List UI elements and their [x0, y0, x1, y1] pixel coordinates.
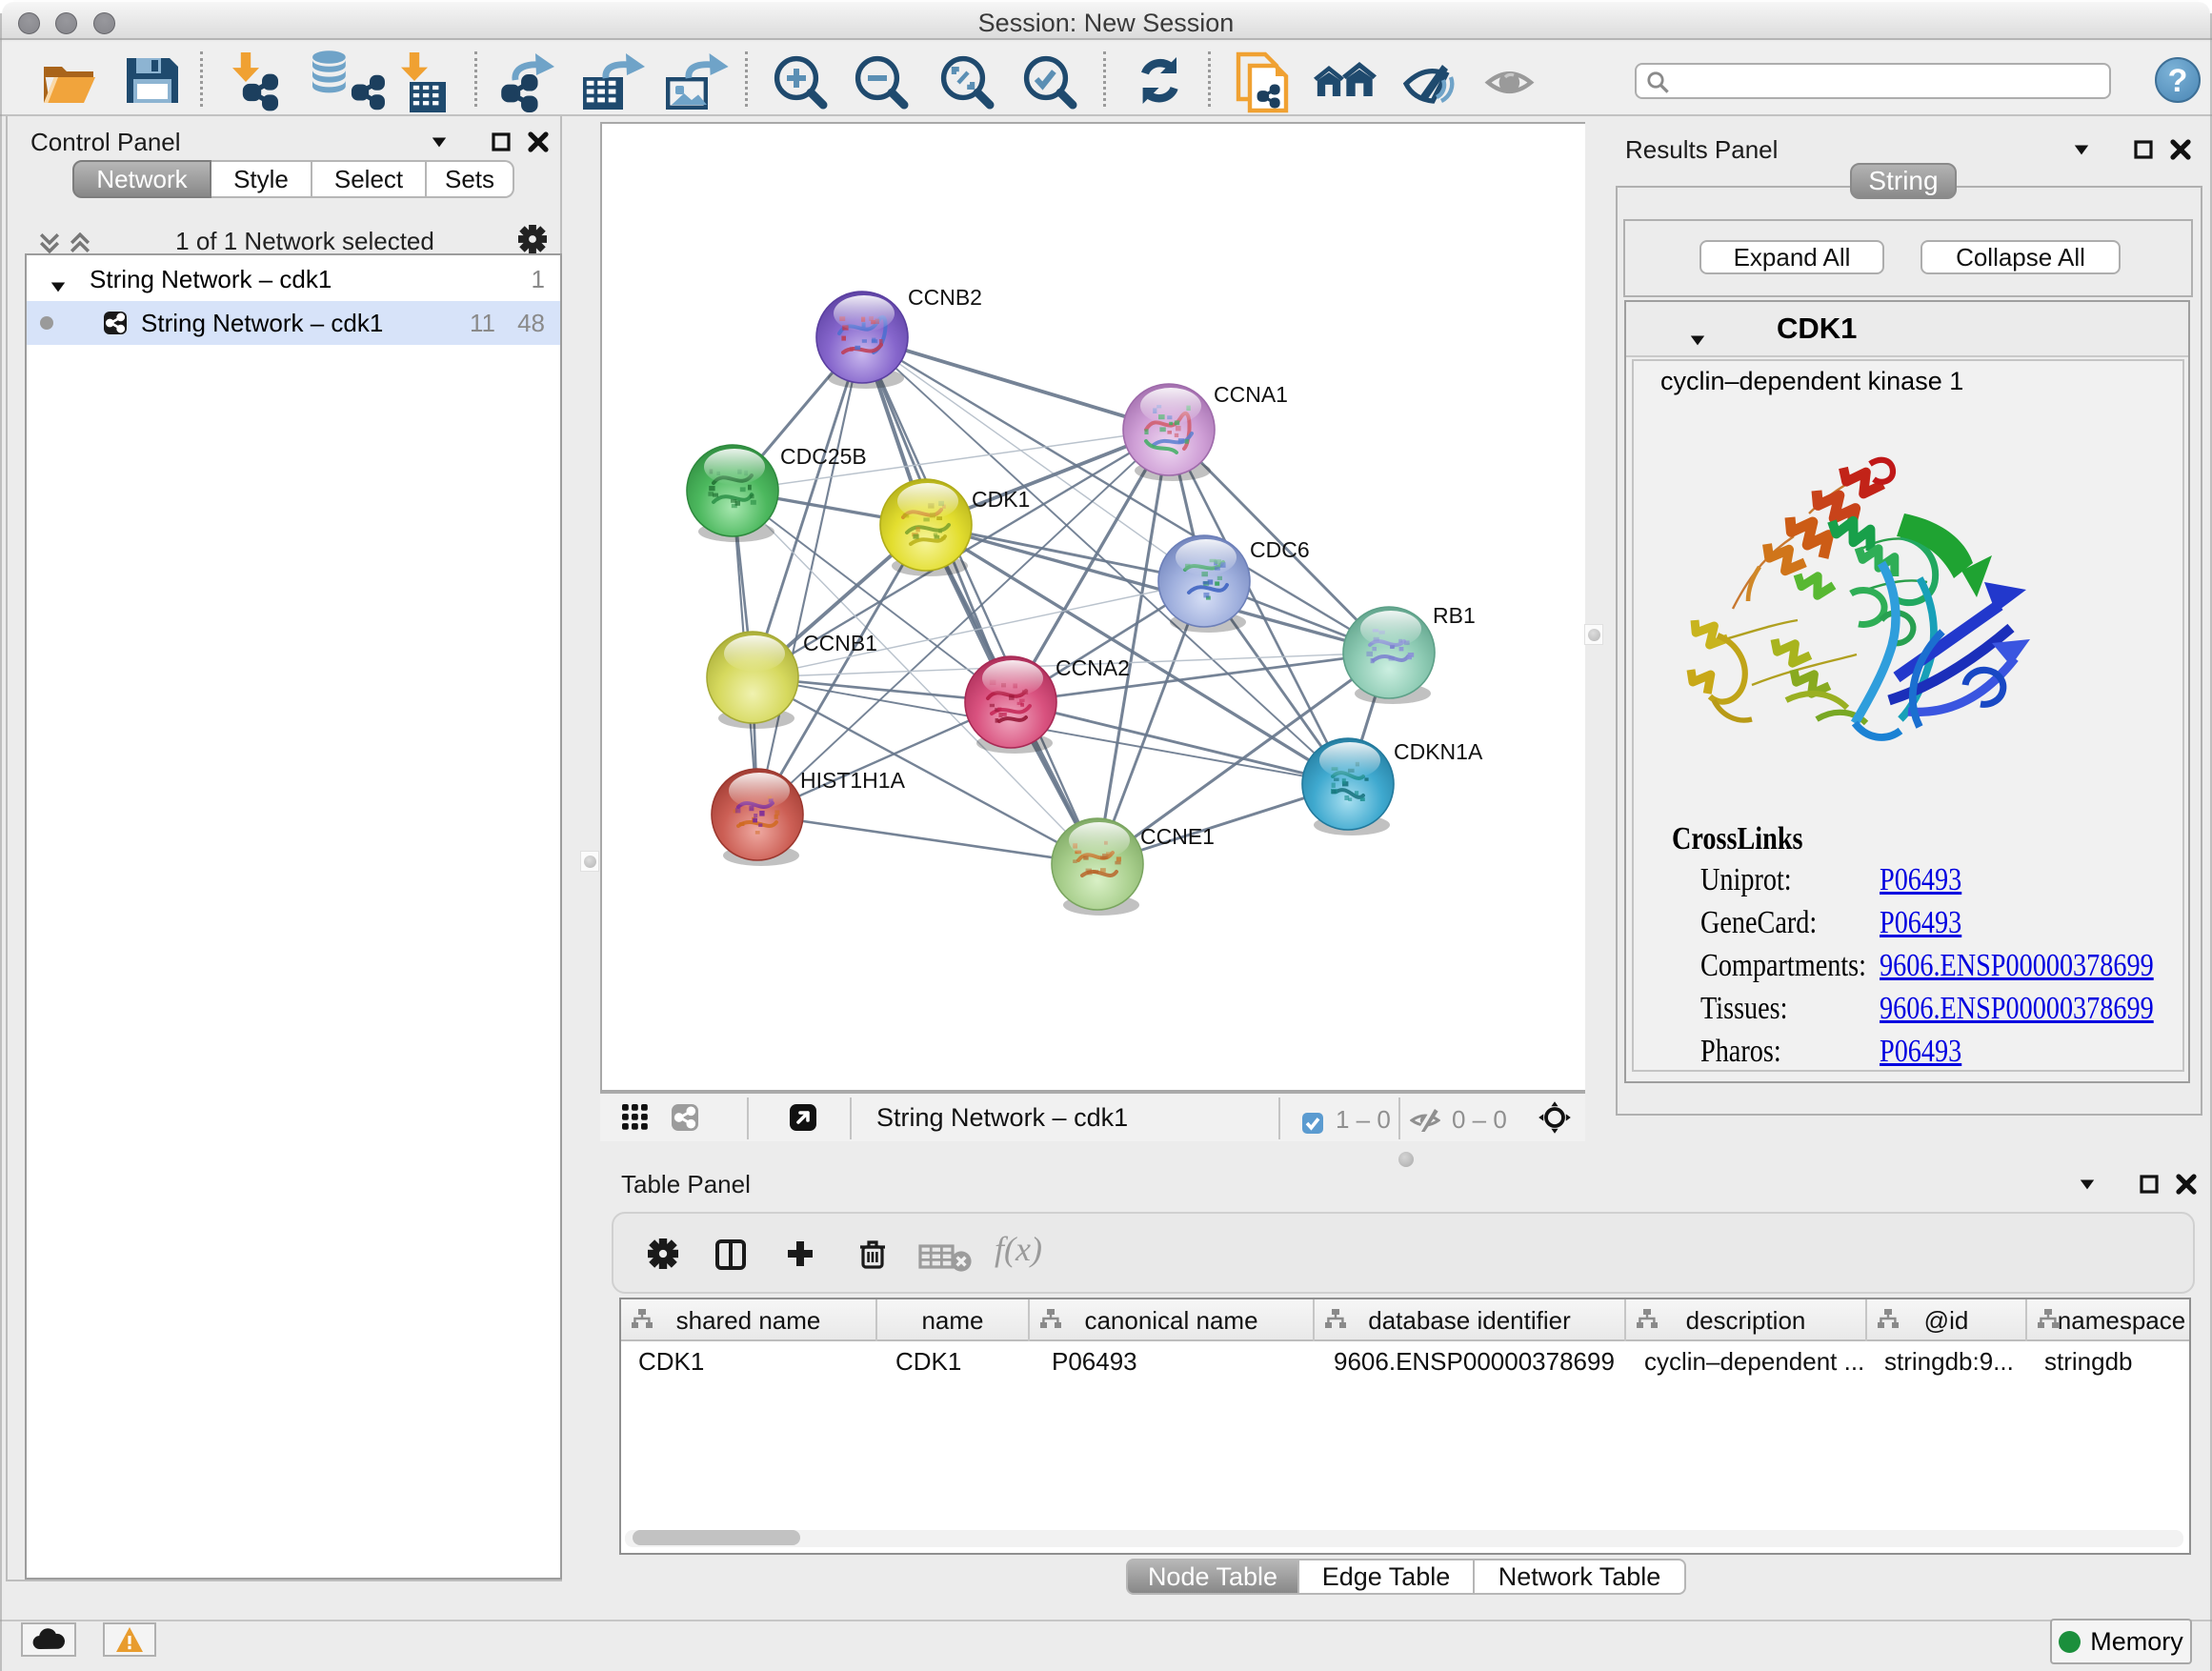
svg-text:HIST1H1A: HIST1H1A: [800, 768, 906, 793]
svg-text:CCNB1: CCNB1: [803, 631, 877, 655]
svg-text:CDC25B: CDC25B: [780, 444, 867, 469]
svg-text:CDK1: CDK1: [972, 487, 1030, 512]
svg-text:CCNE1: CCNE1: [1140, 824, 1215, 849]
svg-text:CDKN1A: CDKN1A: [1394, 739, 1483, 764]
svg-text:CCNB2: CCNB2: [908, 285, 982, 310]
svg-text:CCNA1: CCNA1: [1214, 382, 1288, 407]
svg-text:RB1: RB1: [1433, 603, 1476, 628]
svg-text:CDC6: CDC6: [1250, 537, 1310, 562]
svg-text:CCNA2: CCNA2: [1056, 655, 1130, 680]
